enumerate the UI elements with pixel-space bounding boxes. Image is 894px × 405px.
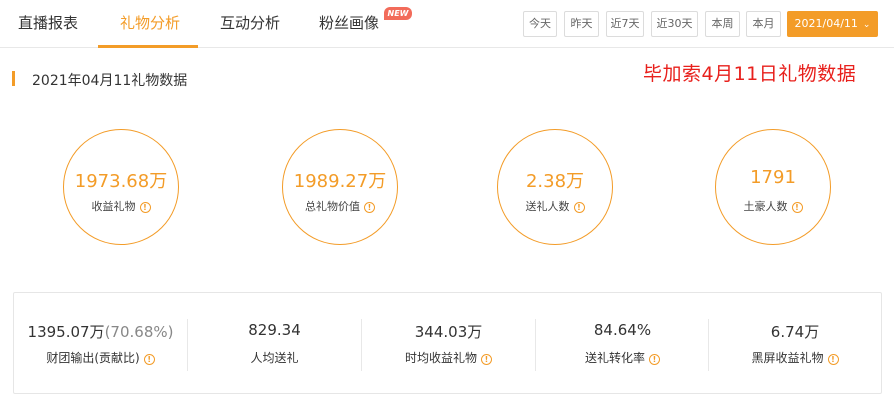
tab-live-report[interactable]: 直播报表 — [18, 0, 78, 48]
active-tab-indicator — [98, 45, 198, 48]
stat-label: 人均送礼 — [250, 351, 299, 365]
metric-value: 1791 — [750, 167, 796, 188]
stat-blackscreen-revenue-gifts: 6.74万 黑屏收益礼物! — [709, 293, 881, 393]
stats-panel: 1395.07万(70.68%) 财团输出(贡献比)! 829.34 人均送礼 … — [13, 292, 882, 394]
tab-interaction-analysis[interactable]: 互动分析 — [220, 0, 280, 48]
metric-circle-total-gift-value: 1989.27万 总礼物价值! — [282, 129, 398, 245]
filter-30days-button[interactable]: 近30天 — [651, 11, 698, 37]
metric-label: 送礼人数! — [498, 198, 612, 214]
stat-value: 84.64% — [593, 321, 652, 339]
info-icon[interactable]: ! — [791, 202, 803, 213]
metric-value: 2.38万 — [525, 171, 585, 192]
filter-yesterday-button[interactable]: 昨天 — [564, 11, 599, 37]
metric-label: 收益礼物! — [64, 198, 178, 214]
stat-value: 344.03万 — [414, 323, 483, 341]
stat-label: 财团输出(贡献比)! — [14, 349, 187, 366]
new-badge: NEW — [384, 7, 412, 20]
stat-gift-conversion-rate: 84.64% 送礼转化率! — [536, 293, 709, 393]
stat-consortium-output: 1395.07万(70.68%) 财团输出(贡献比)! — [14, 293, 187, 393]
stat-label: 时均收益礼物! — [362, 349, 535, 366]
filter-this-week-button[interactable]: 本周 — [705, 11, 740, 37]
metric-circle-gift-senders: 2.38万 送礼人数! — [497, 129, 613, 245]
stat-value: 6.74万 — [770, 323, 820, 341]
stat-avg-gift-per-user: 829.34 人均送礼 — [188, 293, 361, 393]
metric-circle-revenue-gifts: 1973.68万 收益礼物! — [63, 129, 179, 245]
date-picker-button[interactable]: 2021/04/11 ⌄ — [787, 11, 878, 37]
metric-label: 土豪人数! — [716, 198, 830, 214]
annotation-text: 毕加索4月11日礼物数据 — [643, 63, 857, 85]
info-icon[interactable]: ! — [481, 354, 492, 365]
stat-label: 黑屏收益礼物! — [709, 349, 881, 366]
tab-fan-profile[interactable]: 粉丝画像 — [319, 0, 379, 48]
stat-percent: (70.68%) — [104, 323, 174, 341]
stat-label: 送礼转化率! — [536, 349, 709, 366]
metric-value: 1989.27万 — [293, 171, 387, 192]
info-icon[interactable]: ! — [364, 202, 375, 213]
info-icon[interactable]: ! — [649, 354, 660, 365]
filter-this-month-button[interactable]: 本月 — [746, 11, 781, 37]
section-marker — [12, 71, 15, 86]
metric-value: 1973.68万 — [74, 171, 168, 192]
info-icon[interactable]: ! — [139, 202, 151, 213]
metric-circle-big-spenders: 1791 土豪人数! — [715, 129, 831, 245]
stat-value: 829.34 — [248, 321, 301, 339]
info-icon[interactable]: ! — [573, 202, 585, 213]
date-picker-value: 2021/04/11 — [794, 17, 858, 30]
metric-label: 总礼物价值! — [283, 198, 397, 214]
tab-gift-analysis[interactable]: 礼物分析 — [120, 0, 180, 48]
info-icon[interactable]: ! — [827, 354, 839, 365]
info-icon[interactable]: ! — [143, 354, 155, 365]
section-title: 2021年04月11礼物数据 — [32, 73, 188, 89]
filter-7days-button[interactable]: 近7天 — [606, 11, 644, 37]
stat-value: 1395.07万(70.68%) — [27, 323, 174, 341]
filter-today-button[interactable]: 今天 — [523, 11, 557, 37]
stat-hourly-revenue-gifts: 344.03万 时均收益礼物! — [362, 293, 535, 393]
chevron-down-icon: ⌄ — [862, 20, 871, 30]
tab-bar: 直播报表 礼物分析 互动分析 粉丝画像 NEW 今天 昨天 近7天 近30天 本… — [0, 0, 894, 48]
